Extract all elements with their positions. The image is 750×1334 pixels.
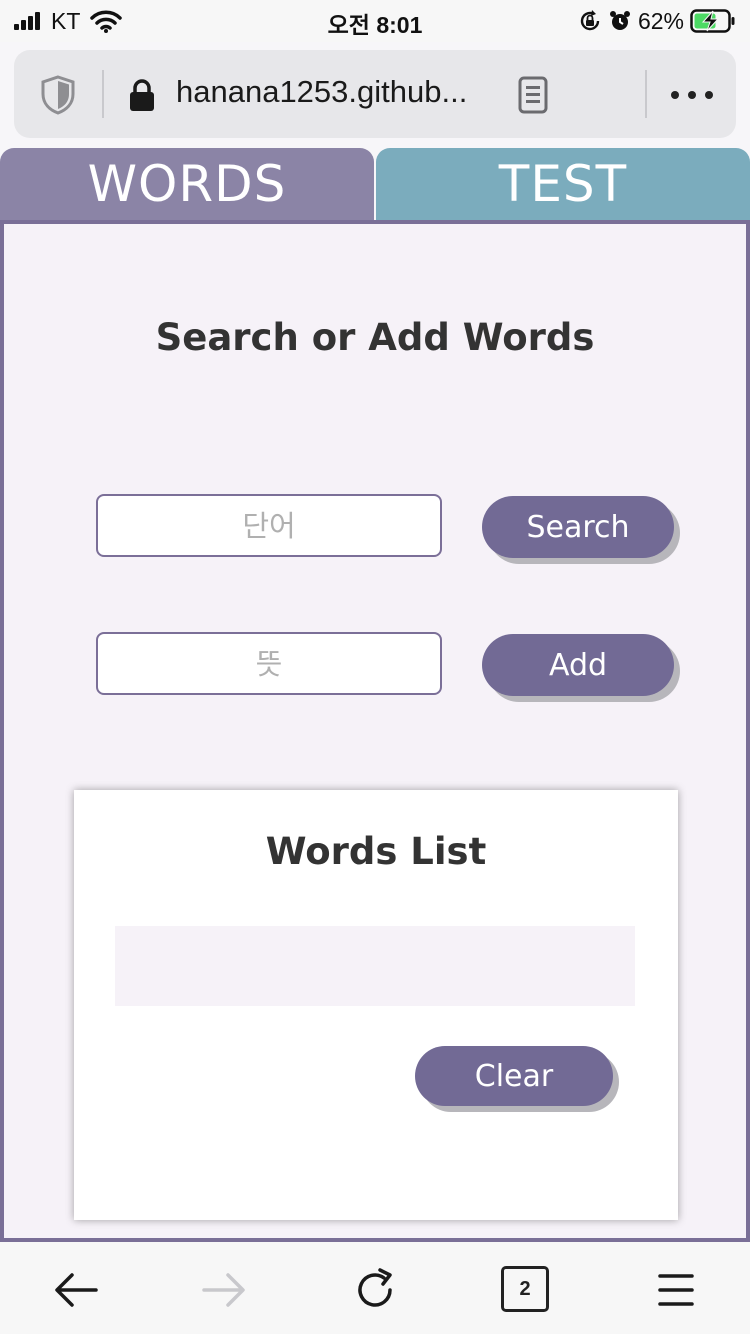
reload-icon[interactable] xyxy=(352,1266,400,1314)
words-panel: Search or Add Words Search Add Words Lis… xyxy=(0,220,750,1242)
search-button[interactable]: Search xyxy=(482,496,674,558)
tabs-icon[interactable]: 2 xyxy=(501,1266,549,1312)
browser-toolbar: 2 xyxy=(0,1242,750,1334)
lock-icon xyxy=(130,79,154,111)
word-input[interactable] xyxy=(96,494,442,557)
alarm-icon xyxy=(609,11,630,30)
url-divider xyxy=(102,70,104,118)
rotation-lock-icon xyxy=(580,10,600,31)
words-list-title: Words List xyxy=(265,830,487,873)
words-list-card: Words List Clear xyxy=(74,790,678,1220)
shield-icon[interactable] xyxy=(40,75,76,115)
clear-button[interactable]: Clear xyxy=(415,1046,613,1106)
battery-charging-icon xyxy=(690,9,735,33)
back-icon[interactable] xyxy=(52,1266,100,1314)
page-title: Search or Add Words xyxy=(155,316,595,359)
status-bar: KT 오전 8:01 62% xyxy=(0,0,750,42)
tab-words[interactable]: WORDS xyxy=(0,148,374,220)
url-divider xyxy=(645,70,647,118)
reader-mode-icon[interactable] xyxy=(518,76,548,114)
words-list xyxy=(115,926,635,1006)
address-bar[interactable]: hanana1253.github... xyxy=(14,50,736,138)
menu-icon[interactable] xyxy=(652,1266,700,1314)
meaning-input[interactable] xyxy=(96,632,442,695)
more-icon[interactable] xyxy=(670,90,714,100)
status-right: 62% xyxy=(578,7,736,35)
add-button[interactable]: Add xyxy=(482,634,674,696)
forward-icon[interactable] xyxy=(200,1266,248,1314)
tab-test[interactable]: TEST xyxy=(376,148,750,220)
battery-percent: 62% xyxy=(637,7,684,34)
url-text[interactable]: hanana1253.github... xyxy=(176,74,467,110)
